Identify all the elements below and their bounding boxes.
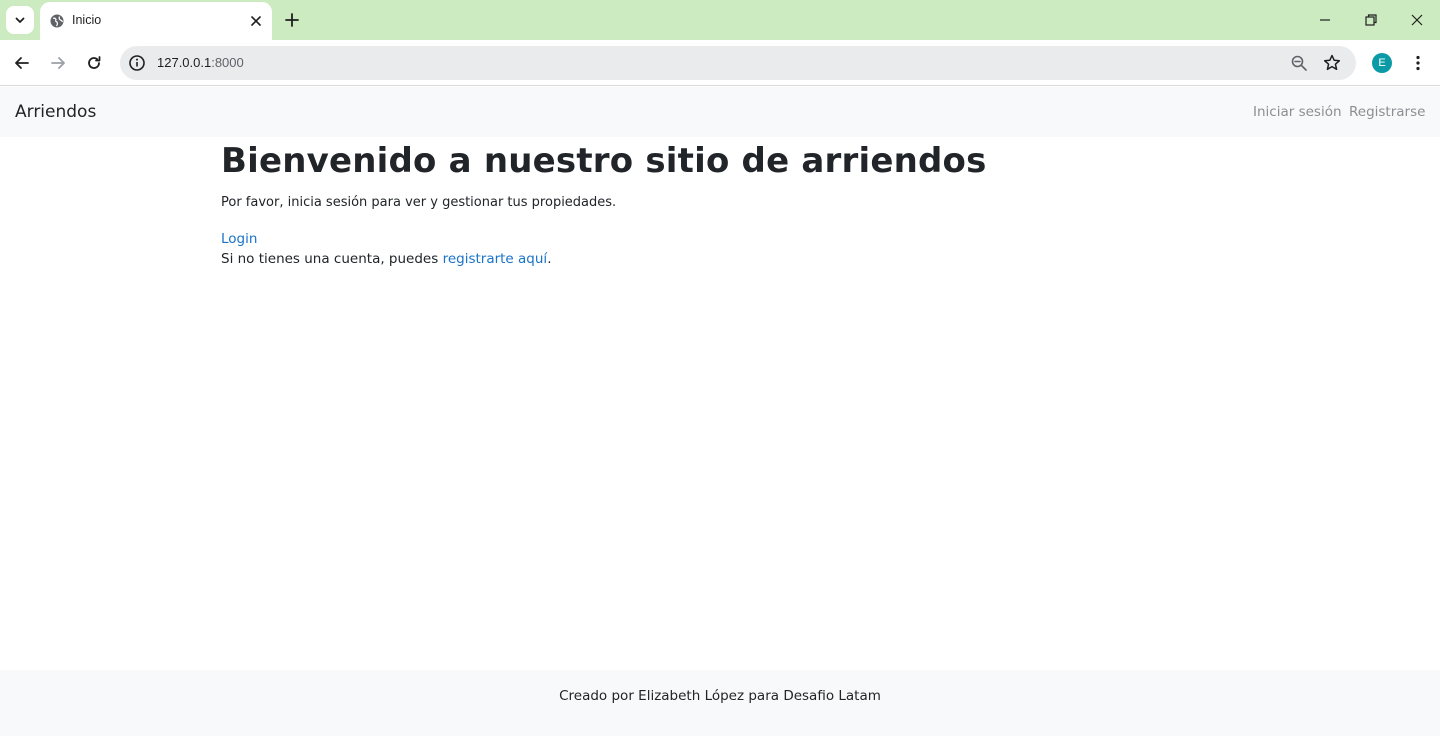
url-port: :8000 (211, 55, 244, 70)
tab-search-button[interactable] (6, 6, 34, 34)
url-host: 127.0.0.1 (157, 55, 212, 70)
browser-tab[interactable]: Inicio (40, 2, 272, 40)
globe-icon (50, 14, 64, 28)
more-menu-icon[interactable] (1408, 53, 1428, 73)
site-footer: Creado por Elizabeth López para Desafio … (0, 670, 1440, 736)
register-link[interactable]: registrarte aquí (443, 251, 548, 267)
browser-tabstrip: Inicio (0, 0, 1440, 40)
zoom-icon[interactable] (1290, 54, 1308, 72)
nav-register-link[interactable]: Registrarse (1349, 104, 1425, 120)
brand-link[interactable]: Arriendos (15, 102, 96, 122)
browser-toolbar: 127.0.0.1:8000 E (0, 40, 1440, 86)
minimize-icon[interactable] (1315, 10, 1335, 30)
address-bar[interactable]: 127.0.0.1:8000 (120, 46, 1356, 80)
info-icon[interactable] (128, 54, 146, 72)
new-tab-icon[interactable] (282, 10, 302, 30)
register-suffix: . (547, 251, 552, 267)
window-close-icon[interactable] (1407, 10, 1427, 30)
chevron-down-icon (15, 17, 25, 23)
back-arrow-icon[interactable] (12, 53, 32, 73)
register-prompt: Si no tienes una cuenta, puedes registra… (221, 251, 1221, 267)
site-navbar: Arriendos Iniciar sesión Registrarse (0, 87, 1440, 137)
restore-icon[interactable] (1361, 10, 1381, 30)
register-prefix: Si no tienes una cuenta, puedes (221, 251, 443, 267)
close-icon[interactable] (248, 13, 264, 29)
login-link[interactable]: Login (221, 231, 257, 247)
footer-text: Creado por Elizabeth López para Desafio … (559, 688, 881, 704)
reload-icon[interactable] (84, 53, 104, 73)
page-title: Bienvenido a nuestro sitio de arriendos (221, 141, 987, 181)
url-text: 127.0.0.1:8000 (157, 55, 244, 70)
nav-login-link[interactable]: Iniciar sesión (1253, 104, 1342, 120)
tab-title: Inicio (72, 13, 102, 27)
bookmark-star-icon[interactable] (1322, 53, 1342, 73)
forward-arrow-icon[interactable] (48, 53, 68, 73)
intro-text: Por favor, inicia sesión para ver y gest… (221, 195, 617, 210)
main-content: Bienvenido a nuestro sitio de arriendos … (221, 138, 1221, 267)
profile-avatar[interactable]: E (1372, 53, 1392, 73)
